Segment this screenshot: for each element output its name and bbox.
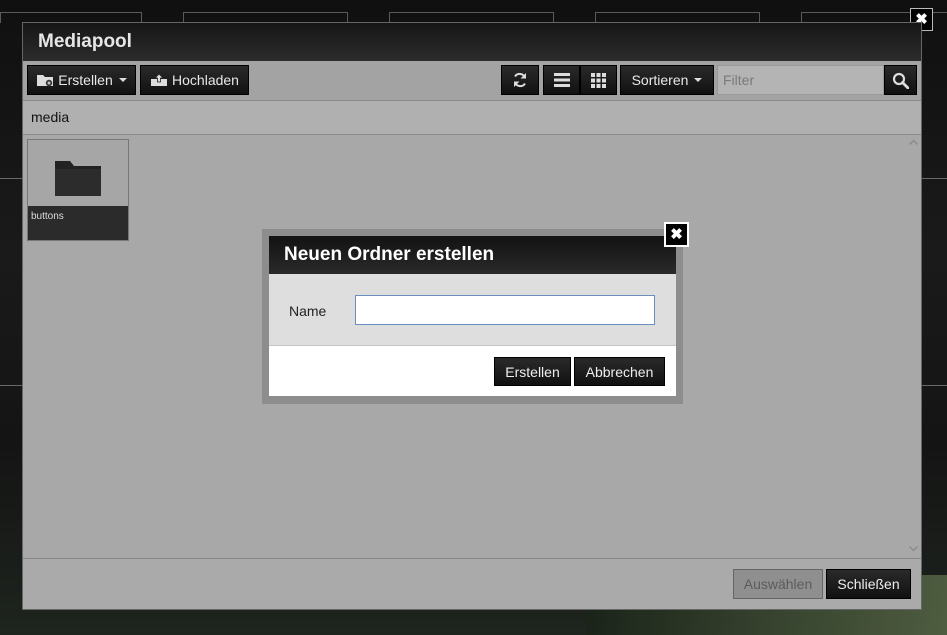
scroll-down-icon[interactable] [909,546,918,555]
vertical-scrollbar[interactable] [906,135,921,560]
refresh-icon [514,72,526,88]
cancel-button[interactable]: Abbrechen [574,357,665,386]
breadcrumb: media [23,101,921,135]
list-view-icon [553,73,570,87]
create-label: Erstellen [58,72,113,88]
sort-label: Sortieren [631,72,689,88]
list-view-button[interactable] [543,65,580,95]
chevron-down-icon [694,78,703,82]
upload-button[interactable]: Hochladen [140,65,249,95]
dialog-footer: Erstellen Abbrechen [269,346,676,396]
select-button[interactable]: Auswählen [733,569,823,599]
mediapool-footer: Auswählen Schließen [23,558,921,609]
grid-view-icon [591,72,606,88]
folder-icon [55,161,101,196]
name-label: Name [289,303,327,319]
dialog-title: Neuen Ordner erstellen [269,236,676,274]
search-button[interactable] [884,65,917,95]
folder-name-input[interactable] [355,295,655,325]
new-folder-dialog: Neuen Ordner erstellen Name Erstellen Ab… [269,236,676,396]
upload-label: Hochladen [172,72,239,88]
chevron-down-icon [118,78,127,82]
dialog-close-button[interactable]: ✖ [664,222,689,247]
scroll-up-icon[interactable] [909,139,918,148]
folder-add-icon [37,75,54,87]
toolbar: Erstellen Hochladen Sortieren Filter [23,61,921,101]
breadcrumb-item[interactable]: media [31,109,69,125]
close-icon: ✖ [670,226,683,243]
grid-view-button[interactable] [580,65,617,95]
mediapool-title: Mediapool [23,23,921,61]
folder-label: buttons [28,206,128,240]
folder-item[interactable]: buttons [27,139,129,241]
create-dropdown-button[interactable]: Erstellen [27,65,136,95]
refresh-button[interactable] [501,65,539,95]
dialog-body: Name [269,274,676,346]
create-folder-button[interactable]: Erstellen [494,357,571,386]
search-icon [892,72,909,89]
close-button[interactable]: Schließen [826,569,911,599]
filter-input[interactable] [717,65,884,95]
sort-dropdown-button[interactable]: Sortieren [620,65,714,95]
upload-icon [151,73,168,86]
